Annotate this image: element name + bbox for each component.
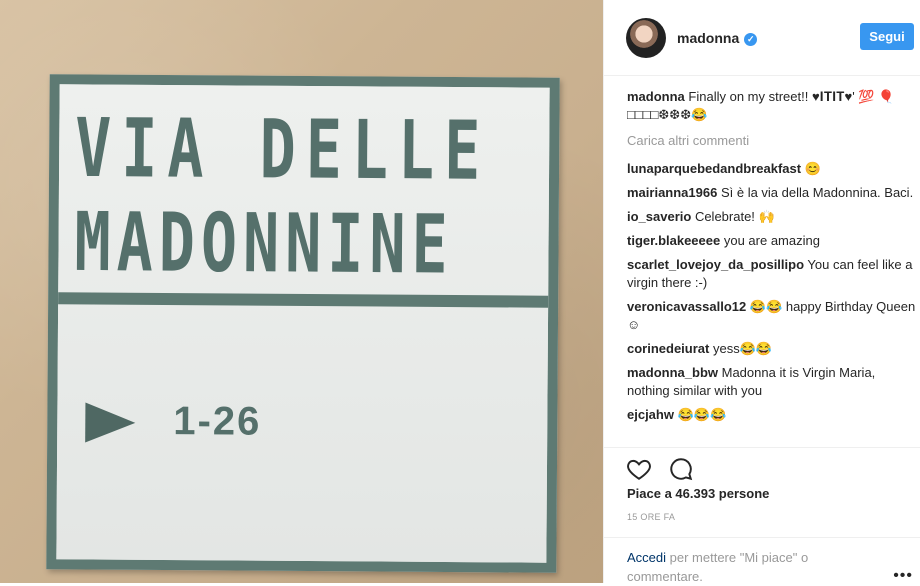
comment-icon[interactable] <box>668 456 694 482</box>
comment-text: yess😂😂 <box>709 341 773 356</box>
comment-item: ejcjahw 😂😂😂 <box>627 406 917 424</box>
sign-line-2: MADONNINE <box>74 195 454 293</box>
comment-username[interactable]: corinedeiurat <box>627 341 709 356</box>
login-prompt: Accedi per mettere "Mi piace" o commenta… <box>604 537 920 586</box>
comment-item: veronicavassallo12 😂😂 happy Birthday Que… <box>627 298 917 334</box>
comment-username[interactable]: scarlet_lovejoy_da_posillipo <box>627 257 804 272</box>
arrow-icon <box>85 402 136 443</box>
heart-icon[interactable] <box>626 456 652 482</box>
comment-username[interactable]: lunaparquebedandbreakfast <box>627 161 801 176</box>
comments-list: madonna Finally on my street!! ♥𝐈𝐓𝐈𝐓♥' 💯… <box>627 88 917 430</box>
likes-count[interactable]: Piace a 46.393 persone <box>627 486 769 501</box>
caption-username[interactable]: madonna <box>627 89 685 104</box>
comment-text: Sì è la via della Madonnina. Baci. <box>717 185 914 200</box>
comment-username[interactable]: veronicavassallo12 <box>627 299 746 314</box>
follow-button[interactable]: Segui <box>860 23 914 50</box>
comment-item: lunaparquebedandbreakfast 😊 <box>627 160 917 178</box>
comment-username[interactable]: io_saverio <box>627 209 691 224</box>
login-link[interactable]: Accedi <box>627 550 666 565</box>
post-username[interactable]: madonna ✓ <box>677 30 758 46</box>
comment-username[interactable]: tiger.blakeeeee <box>627 233 720 248</box>
comment-username[interactable]: madonna_bbw <box>627 365 718 380</box>
username-text[interactable]: madonna <box>677 30 739 46</box>
verified-badge-icon: ✓ <box>744 33 758 46</box>
street-sign: VIA DELLE MADONNINE 1-26 <box>46 74 560 573</box>
comment-item: scarlet_lovejoy_da_posillipo You can fee… <box>627 256 917 292</box>
comment-item: corinedeiurat yess😂😂 <box>627 340 917 358</box>
more-options-icon[interactable]: ••• <box>893 567 913 585</box>
post-timestamp: 15 ORE FA <box>627 512 676 522</box>
comment-text: 😂😂😂 <box>673 407 727 422</box>
post-actions: Piace a 46.393 persone 15 ORE FA Accedi … <box>604 447 920 586</box>
post-header: madonna ✓ Segui <box>604 0 920 76</box>
load-more-comments[interactable]: Carica altri commenti <box>627 132 917 150</box>
sign-line-1: VIA DELLE <box>74 101 491 200</box>
comment-username[interactable]: mairianna1966 <box>627 185 717 200</box>
comment-username[interactable]: ejcjahw <box>627 407 674 422</box>
comment-item: tiger.blakeeeee you are amazing <box>627 232 917 250</box>
comment-text: 😊 <box>801 161 821 176</box>
comment-text: you are amazing <box>720 233 820 248</box>
house-numbers: 1-26 <box>173 399 262 444</box>
post-photo[interactable]: VIA DELLE MADONNINE 1-26 <box>0 0 603 583</box>
comment-item: madonna_bbw Madonna it is Virgin Maria, … <box>627 364 917 400</box>
caption: madonna Finally on my street!! ♥𝐈𝐓𝐈𝐓♥' 💯… <box>627 88 917 124</box>
comment-item: io_saverio Celebrate! 🙌 <box>627 208 917 226</box>
post-sidebar: madonna ✓ Segui madonna Finally on my str… <box>603 0 920 586</box>
comment-text: Celebrate! 🙌 <box>691 209 775 224</box>
avatar[interactable] <box>626 18 666 58</box>
comment-item: mairianna1966 Sì è la via della Madonnin… <box>627 184 917 202</box>
